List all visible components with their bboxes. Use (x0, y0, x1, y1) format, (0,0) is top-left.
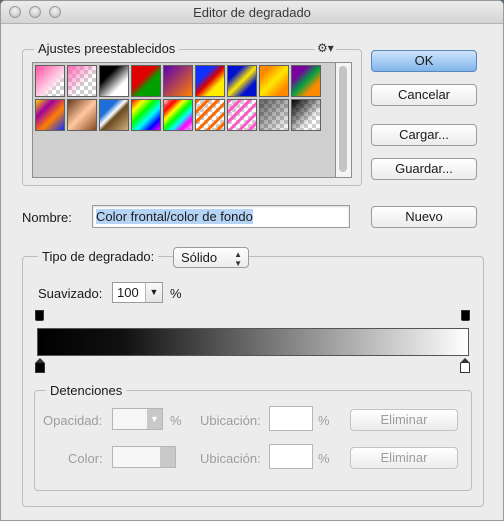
ok-button[interactable]: OK (371, 50, 477, 72)
preset-swatch-violet-to-orange[interactable] (163, 65, 193, 97)
color-location-label: Ubicación: (200, 451, 261, 466)
color-swatch-combo[interactable] (112, 446, 176, 468)
name-input-value: Color frontal/color de fondo (96, 209, 253, 224)
stops-legend: Detenciones (46, 383, 127, 398)
gradient-type-select[interactable]: Sólido ▲ ▼ (173, 247, 249, 268)
opacity-location-label: Ubicación: (200, 413, 261, 428)
load-button[interactable]: Cargar... (371, 124, 477, 146)
smoothness-unit: % (170, 286, 182, 301)
chevron-down-icon[interactable]: ▼ (147, 409, 162, 429)
preset-swatch-violet-green-orange[interactable] (291, 65, 321, 97)
preset-swatch-chrome[interactable] (99, 99, 129, 131)
preset-swatch-orange-yellow-orange[interactable] (259, 65, 289, 97)
color-location-input[interactable] (269, 444, 313, 469)
preset-swatch-spectrum[interactable] (131, 99, 161, 131)
title-bar: Editor de degradado (1, 1, 503, 24)
color-location-unit: % (318, 451, 330, 466)
color-dropdown-arrow[interactable] (160, 447, 175, 467)
preset-swatch-red-to-green[interactable] (131, 65, 161, 97)
opacity-stop-right[interactable] (461, 310, 470, 321)
preset-swatch-blue-yellow-blue[interactable] (227, 65, 257, 97)
smoothness-value: 100 (117, 285, 139, 300)
preset-swatch-blue-red-yellow[interactable] (195, 65, 225, 97)
color-label: Color: (68, 451, 103, 466)
gradient-type-value: Sólido (181, 250, 218, 265)
smoothness-combo[interactable]: 100 ▼ (112, 282, 163, 303)
smoothness-label: Suavizado: (38, 286, 103, 301)
delete-opacity-stop-button[interactable]: Eliminar (350, 409, 458, 431)
new-button[interactable]: Nuevo (371, 206, 477, 228)
select-arrows-icon: ▲ ▼ (234, 250, 242, 268)
preset-swatch-black-to-transparent[interactable] (291, 99, 321, 131)
presets-scrollbar[interactable] (336, 62, 352, 178)
color-stop-right[interactable] (460, 362, 470, 373)
opacity-combo[interactable]: ▼ (112, 408, 163, 430)
preset-swatch-black-to-white[interactable] (99, 65, 129, 97)
name-label: Nombre: (22, 210, 72, 225)
preset-swatch-neutral-density[interactable] (259, 99, 289, 131)
presets-legend: Ajustes preestablecidos (34, 41, 180, 56)
name-input[interactable]: Color frontal/color de fondo (92, 205, 350, 228)
preset-swatch-copper[interactable] (67, 99, 97, 131)
opacity-location-input[interactable] (269, 406, 313, 431)
preset-swatch-pink-stripes[interactable] (227, 99, 257, 131)
chevron-down-icon[interactable]: ▼ (145, 283, 162, 302)
preset-swatch-transparent-stripes[interactable] (195, 99, 225, 131)
gradient-type-label: Tipo de degradado: (38, 249, 159, 264)
color-stop-left[interactable] (35, 362, 45, 373)
opacity-location-unit: % (318, 413, 330, 428)
opacity-label: Opacidad: (43, 413, 103, 428)
preset-swatch-transparent-rainbow[interactable] (163, 99, 193, 131)
opacity-unit: % (170, 413, 182, 428)
scrollbar-thumb[interactable] (339, 66, 347, 172)
opacity-stop-left[interactable] (35, 310, 44, 321)
save-button[interactable]: Guardar... (371, 158, 477, 180)
gear-icon[interactable]: ⚙▾ (315, 41, 336, 55)
delete-color-stop-button[interactable]: Eliminar (350, 447, 458, 469)
preset-swatch-yellow-violet-orange-blue[interactable] (35, 99, 65, 131)
gradient-preview-bar[interactable] (37, 328, 469, 356)
stops-group (34, 390, 472, 491)
preset-swatch-pink-to-transparent[interactable] (35, 65, 65, 97)
preset-swatch-grid (32, 62, 336, 178)
preset-swatch-pink-checker[interactable] (67, 65, 97, 97)
window-title: Editor de degradado (193, 5, 311, 20)
cancel-button[interactable]: Cancelar (371, 84, 477, 106)
